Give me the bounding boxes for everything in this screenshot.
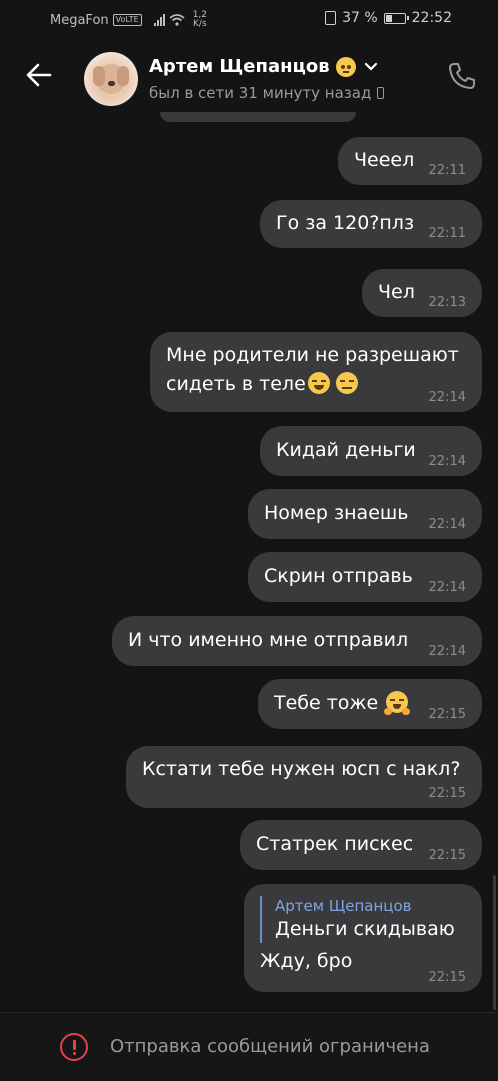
carrier-label: MegaFon xyxy=(50,12,109,28)
message-time: 22:14 xyxy=(428,454,466,469)
last-seen-text: был в сети 31 минуту назад xyxy=(149,84,372,102)
phone-call-icon[interactable] xyxy=(446,60,478,92)
message-time: 22:11 xyxy=(428,226,466,241)
scrollbar[interactable] xyxy=(493,875,496,1010)
message-bubble[interactable]: Мне родители не разрешают сидеть в теле … xyxy=(150,332,482,412)
composer-restricted-bar: Отправка сообщений ограничена xyxy=(0,1012,498,1081)
message-text-line1: Мне родители не разрешают xyxy=(166,344,459,366)
status-left: MegaFon VoLTE 1,2 K/s xyxy=(50,11,207,29)
message-time: 22:13 xyxy=(428,295,466,310)
avatar-ear-right xyxy=(117,66,129,86)
battery-percent: 37 % xyxy=(342,10,378,26)
clock: 22:52 xyxy=(411,10,452,26)
message-bubble[interactable]: Статрек пискес 22:15 xyxy=(240,820,482,870)
message-bubble[interactable]: Кидай деньги 22:14 xyxy=(260,426,482,476)
message-time: 22:15 xyxy=(428,786,466,801)
status-right: 37 % 22:52 xyxy=(325,10,452,26)
contact-name-row[interactable]: Артем Щепанцов xyxy=(149,56,378,77)
nfc-icon xyxy=(325,11,337,25)
reply-quote[interactable]: Артем Щепанцов Деньги скидываю xyxy=(260,896,466,943)
messaging-restricted-notice: Отправка сообщений ограничена xyxy=(110,1036,430,1057)
network-speed: 1,2 K/s xyxy=(193,11,207,29)
battery-fill xyxy=(385,14,392,22)
message-time: 22:11 xyxy=(428,163,466,178)
status-bar: MegaFon VoLTE 1,2 K/s 37 % 22:52 xyxy=(0,0,498,38)
message-text: И что именно мне отправил xyxy=(128,629,409,651)
last-seen-status: был в сети 31 минуту назад xyxy=(149,84,385,102)
message-text: Кстати тебе нужен юсп с накл? xyxy=(142,758,461,780)
message-bubble[interactable]: И что именно мне отправил 22:14 xyxy=(112,616,482,666)
avatar[interactable] xyxy=(84,52,138,106)
message-time: 22:14 xyxy=(428,580,466,595)
message-time: 22:14 xyxy=(428,517,466,532)
message-bubble[interactable]: Чееел 22:11 xyxy=(338,137,482,185)
message-list[interactable]: Чееел 22:11 Го за 120?плз 22:11 Чел 22:1… xyxy=(0,112,498,1010)
message-time: 22:15 xyxy=(428,848,466,863)
back-arrow-icon[interactable] xyxy=(22,58,56,92)
warning-icon xyxy=(60,1033,88,1061)
chat-header: Артем Щепанцов был в сети 31 минуту наза… xyxy=(0,38,498,120)
message-time: 22:14 xyxy=(428,644,466,659)
volte-badge: VoLTE xyxy=(112,14,142,26)
pensive-face-emoji-icon xyxy=(335,372,358,394)
reply-quoted-text: Деньги скидываю xyxy=(275,918,455,940)
wifi-icon xyxy=(169,14,185,26)
message-bubble[interactable]: Тебе тоже 22:15 xyxy=(258,679,482,729)
previous-message-fragment xyxy=(160,112,356,122)
contact-name: Артем Щепанцов xyxy=(149,56,330,77)
message-bubble[interactable]: Го за 120?плз 22:11 xyxy=(260,200,482,248)
message-text-line2: сидеть в теле xyxy=(166,373,306,395)
message-text-line2-row: сидеть в теле xyxy=(166,370,466,399)
battery-icon xyxy=(383,12,409,24)
message-bubble[interactable]: Номер знаешь 22:14 xyxy=(248,489,482,539)
speed-unit: K/s xyxy=(193,19,207,29)
hugging-face-emoji-icon xyxy=(384,691,411,715)
avatar-nose xyxy=(108,81,115,86)
reply-author: Артем Щепанцов xyxy=(275,897,412,915)
mobile-device-icon xyxy=(377,87,385,99)
rolling-eyes-emoji-icon xyxy=(335,56,356,77)
message-time: 22:15 xyxy=(428,707,466,722)
avatar-ear-left xyxy=(93,66,105,86)
message-bubble[interactable]: Чел 22:13 xyxy=(362,269,482,317)
message-time: 22:14 xyxy=(428,390,466,405)
signal-icon xyxy=(153,14,165,26)
message-bubble[interactable]: Кстати тебе нужен юсп с накл? 22:15 xyxy=(126,746,482,808)
chevron-down-icon xyxy=(364,62,377,71)
grinning-squint-emoji-icon xyxy=(307,372,330,394)
message-bubble[interactable]: Скрин отправь 22:14 xyxy=(248,552,482,602)
message-time: 22:15 xyxy=(428,970,466,985)
message-text: Тебе тоже xyxy=(274,692,379,714)
reply-message-bubble[interactable]: Артем Щепанцов Деньги скидываю Жду, бро … xyxy=(244,884,482,992)
